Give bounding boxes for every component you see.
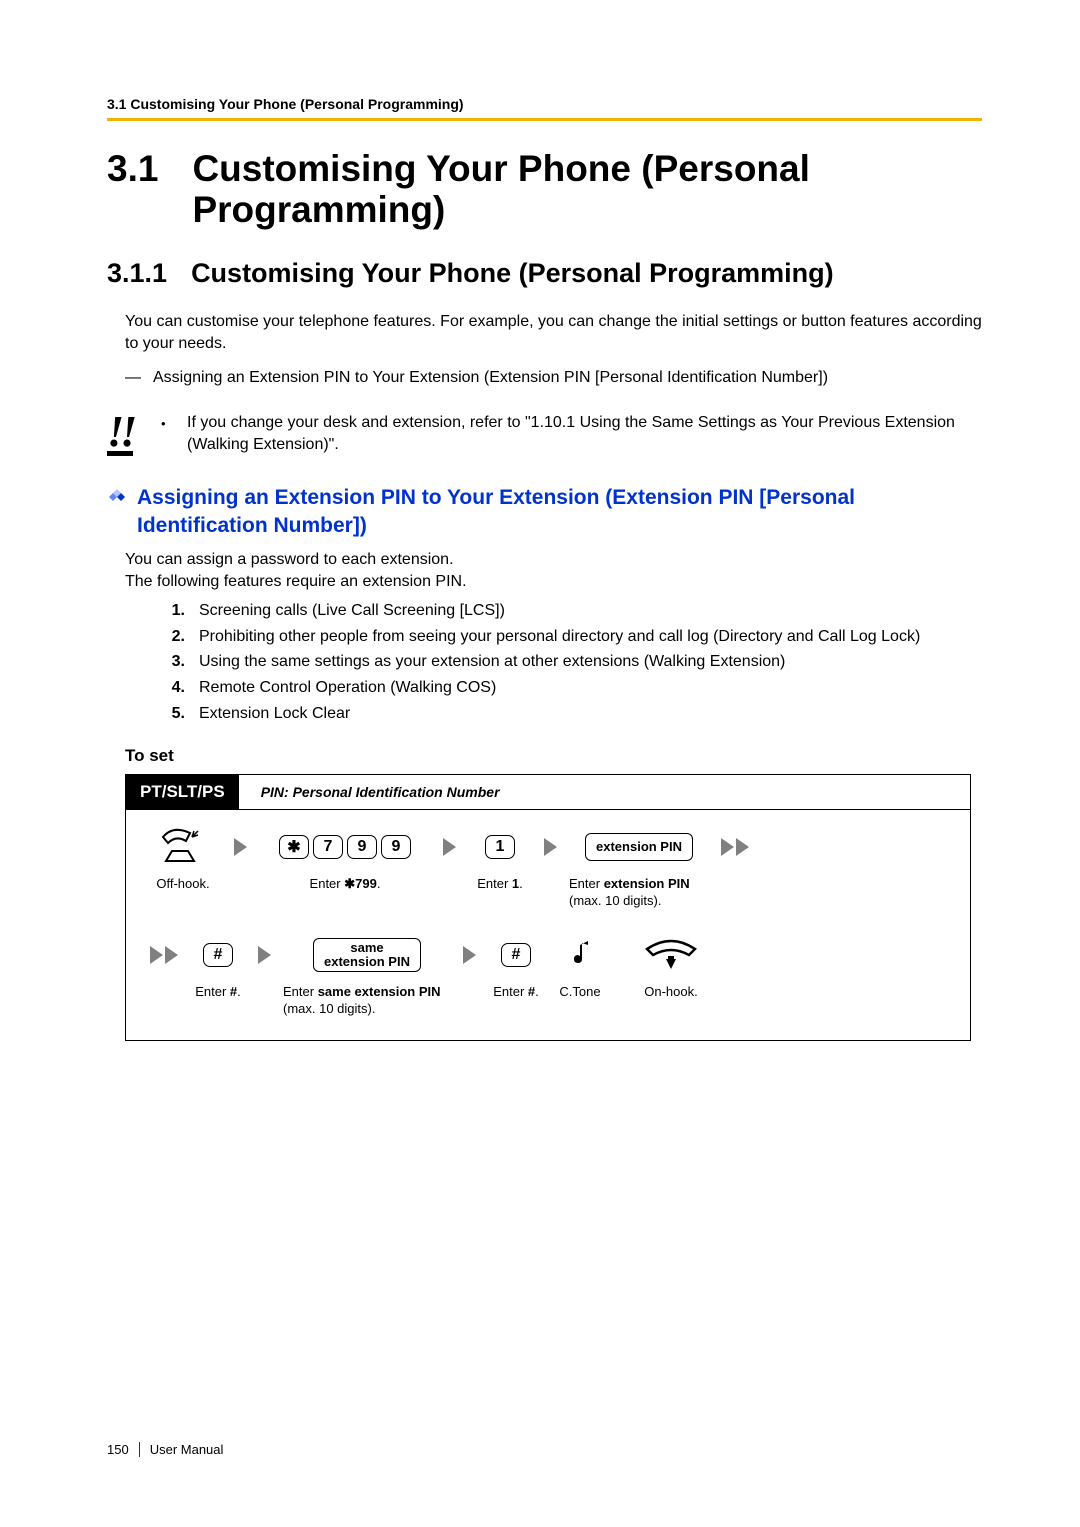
onhook-icon xyxy=(641,936,701,974)
list-item: Remote Control Operation (Walking COS) xyxy=(199,677,496,699)
arrow-icon xyxy=(463,946,476,964)
dash-item-1: Assigning an Extension PIN to Your Exten… xyxy=(153,367,828,389)
header-rule xyxy=(107,118,982,121)
dash-marker: — xyxy=(125,367,153,389)
diamond-icon xyxy=(107,484,137,514)
procedure-diagram: PT/SLT/PS PIN: Personal Identification N… xyxy=(125,774,971,1041)
onhook-caption: On-hook. xyxy=(644,984,697,1001)
ctone-caption: C.Tone xyxy=(559,984,600,1001)
keys-799: ✱ 7 9 9 xyxy=(279,828,411,866)
heading-1-number: 3.1 xyxy=(107,149,158,190)
same-extension-pin-box: same extension PIN xyxy=(313,938,421,973)
ctone-icon xyxy=(566,936,594,974)
key-1: 1 xyxy=(485,835,515,859)
list-item: Prohibiting other people from seeing you… xyxy=(199,626,920,648)
heading-2: 3.1.1 Customising Your Phone (Personal P… xyxy=(107,258,982,289)
to-set-label: To set xyxy=(125,746,982,766)
heading-2-title: Customising Your Phone (Personal Program… xyxy=(191,258,834,289)
arrow-icon xyxy=(544,838,557,856)
key-1-caption: Enter 1. xyxy=(477,876,523,893)
page-footer: 150 User Manual xyxy=(107,1442,223,1457)
ordered-list: 1.Screening calls (Live Call Screening [… xyxy=(153,600,982,724)
heading-2-number: 3.1.1 xyxy=(107,258,167,289)
note-text: If you change your desk and extension, r… xyxy=(187,412,982,455)
blue-subheading-text: Assigning an Extension PIN to Your Exten… xyxy=(137,484,982,539)
key-hash: # xyxy=(501,943,531,967)
blue-subheading: Assigning an Extension PIN to Your Exten… xyxy=(107,484,982,539)
keys-799-caption: Enter ✱799. xyxy=(310,876,381,893)
list-item: Using the same settings as your extensio… xyxy=(199,651,785,673)
arrow-icon xyxy=(258,946,271,964)
key-hash-caption: Enter #. xyxy=(493,984,539,1001)
same-extension-pin-caption: Enter same extension PIN (max. 10 digits… xyxy=(283,984,451,1018)
important-icon: !! xyxy=(107,412,161,456)
page-number: 150 xyxy=(107,1442,140,1457)
footer-label: User Manual xyxy=(150,1442,224,1457)
intro-paragraph: You can customise your telephone feature… xyxy=(125,311,982,354)
note-block: !! • If you change your desk and extensi… xyxy=(107,412,982,456)
heading-1-title: Customising Your Phone (Personal Program… xyxy=(192,149,982,230)
extension-pin-caption: Enter extension PIN (max. 10 digits). xyxy=(569,876,709,910)
running-header: 3.1 Customising Your Phone (Personal Pro… xyxy=(107,96,982,112)
bullet-marker: • xyxy=(161,412,187,455)
list-item: Extension Lock Clear xyxy=(199,703,350,725)
heading-1: 3.1 Customising Your Phone (Personal Pro… xyxy=(107,149,982,230)
dash-list: — Assigning an Extension PIN to Your Ext… xyxy=(125,367,982,389)
key-hash-caption: Enter #. xyxy=(195,984,241,1001)
pin-intro: You can assign a password to each extens… xyxy=(125,549,982,592)
extension-pin-box: extension PIN xyxy=(585,833,693,861)
phone-type-badge: PT/SLT/PS xyxy=(126,775,239,809)
offhook-icon xyxy=(158,828,208,866)
double-arrow-icon xyxy=(144,946,184,964)
diagram-description: PIN: Personal Identification Number xyxy=(261,784,500,800)
arrow-icon xyxy=(234,838,247,856)
arrow-icon xyxy=(443,838,456,856)
double-arrow-icon xyxy=(715,838,755,856)
key-hash: # xyxy=(203,943,233,967)
list-item: Screening calls (Live Call Screening [LC… xyxy=(199,600,505,622)
offhook-caption: Off-hook. xyxy=(156,876,209,893)
